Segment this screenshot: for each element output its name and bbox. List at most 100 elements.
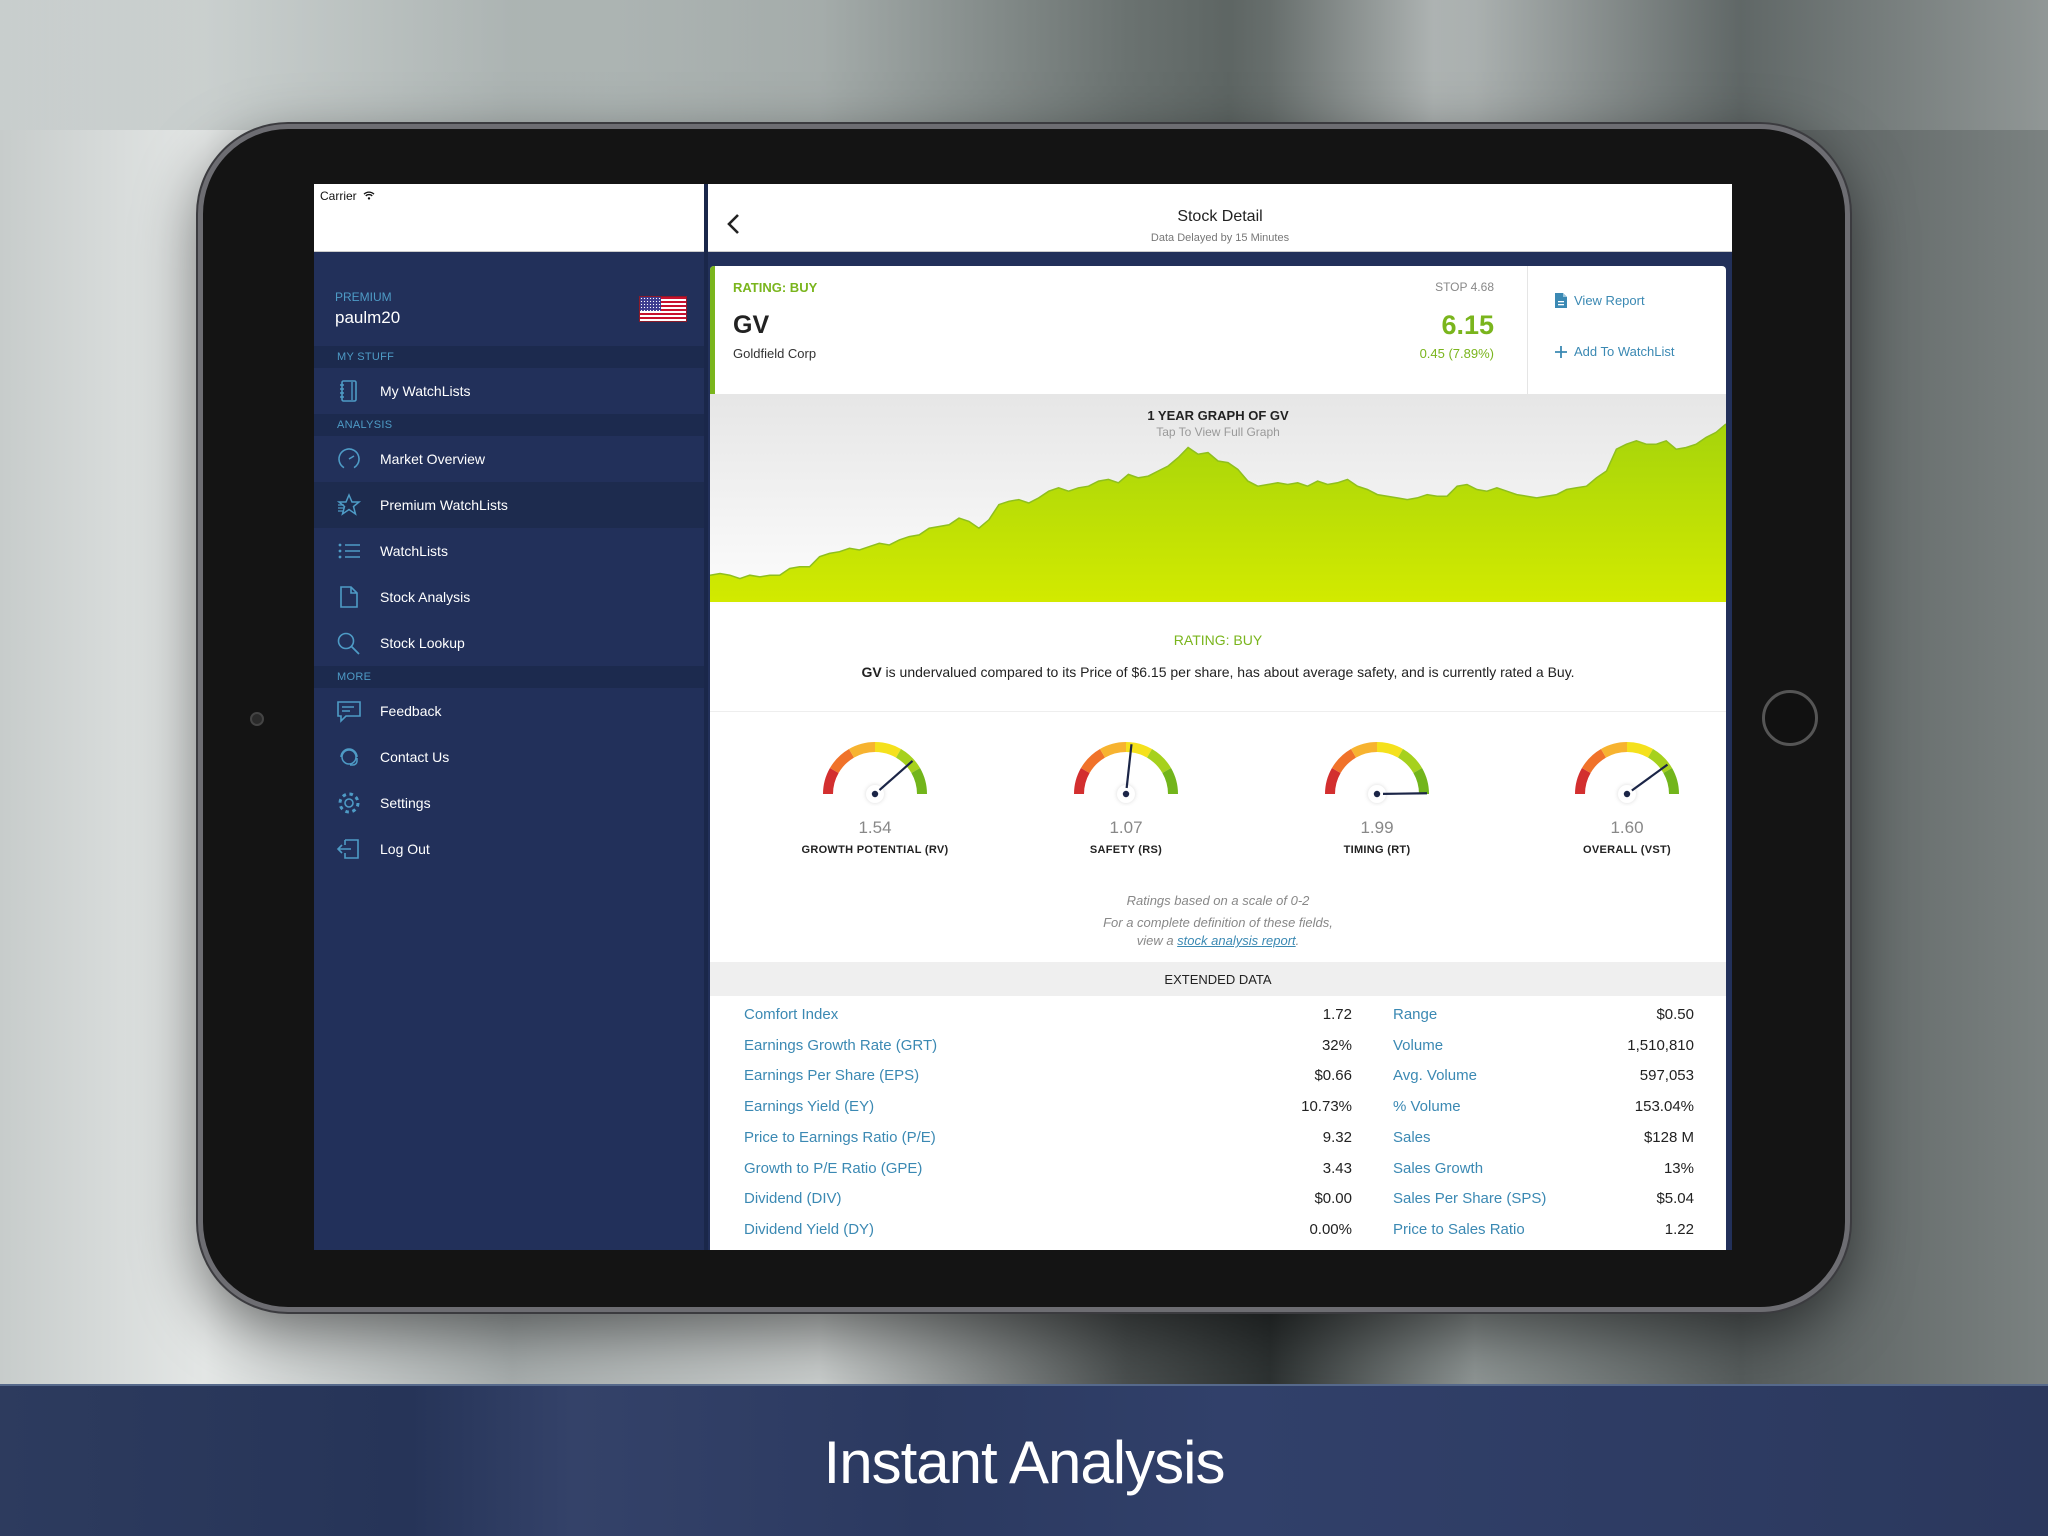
sidebar-item-log-out[interactable]: Log Out	[314, 826, 704, 872]
table-row[interactable]: Earnings Yield (EY) 10.73%	[744, 1098, 1352, 1128]
ratings-notes: Ratings based on a scale of 0-2 For a co…	[710, 892, 1726, 950]
gauge-dial	[1575, 742, 1679, 803]
sidebar-item-watchlists[interactable]: WatchLists	[314, 528, 704, 574]
gauge-segment	[1663, 768, 1679, 795]
us-flag-icon[interactable]	[639, 296, 687, 322]
gauge-segment	[1413, 768, 1429, 795]
nav-bar: Stock Detail Data Delayed by 15 Minutes	[708, 184, 1732, 252]
table-row[interactable]: Earnings Per Share (EPS) $0.66	[744, 1067, 1352, 1097]
field-label[interactable]: Range	[1393, 1006, 1437, 1023]
stock-actions: View Report Add To WatchList	[1527, 266, 1726, 394]
gauge-segment	[1647, 748, 1673, 774]
field-label[interactable]: Price to Sales Ratio	[1393, 1221, 1525, 1238]
account-tier: PREMIUM	[335, 290, 392, 304]
wifi-icon	[363, 191, 375, 200]
gauge-label: OVERALL (VST)	[1582, 844, 1672, 856]
field-value: $0.66	[1314, 1067, 1352, 1085]
sidebar-item-stock-analysis[interactable]: Stock Analysis	[314, 574, 704, 620]
table-row[interactable]: % Volume 153.04%	[1393, 1098, 1694, 1128]
table-row[interactable]: Growth to P/E Ratio (GPE) 3.43	[744, 1160, 1352, 1190]
chart-title: 1 YEAR GRAPH OF GV	[1147, 408, 1289, 423]
sidebar-item-label: My WatchLists	[380, 383, 471, 399]
table-row[interactable]: Sales $128 M	[1393, 1129, 1694, 1159]
sidebar-item-label: Premium WatchLists	[380, 497, 508, 513]
chat-bubble-icon	[337, 701, 361, 723]
gauge-pivot	[1122, 790, 1130, 798]
document-icon	[1555, 293, 1567, 308]
stop-price: STOP 4.68	[1435, 280, 1494, 294]
table-row[interactable]: Volume 1,510,810	[1393, 1037, 1694, 1067]
table-row[interactable]: Price to Sales Ratio 1.22	[1393, 1221, 1694, 1250]
sidebar-item-label: Stock Analysis	[380, 589, 471, 605]
caption-banner: Instant Analysis	[0, 1384, 2048, 1536]
table-row[interactable]: Price to Earnings Ratio (P/E) 9.32	[744, 1129, 1352, 1159]
gauge-segment	[1162, 768, 1178, 795]
sidebar-item-label: WatchLists	[380, 543, 448, 559]
headset-icon	[340, 748, 358, 766]
table-row[interactable]: Sales Growth 13%	[1393, 1160, 1694, 1190]
gauge-label: GROWTH POTENTIAL (RV)	[801, 844, 949, 856]
gauge-segment	[1080, 748, 1106, 774]
gauge-segment	[1581, 748, 1607, 774]
table-row[interactable]: Earnings Growth Rate (GRT) 32%	[744, 1037, 1352, 1067]
sidebar-item-premium-watchlists[interactable]: Premium WatchLists	[314, 482, 704, 528]
field-label[interactable]: Earnings Yield (EY)	[744, 1098, 874, 1115]
field-label[interactable]: Dividend (DIV)	[744, 1190, 842, 1207]
sidebar-item-contact-us[interactable]: Contact Us	[314, 734, 704, 780]
table-row[interactable]: Dividend Yield (DY) 0.00%	[744, 1221, 1352, 1250]
home-button[interactable]	[1762, 690, 1818, 746]
stock-analysis-report-link[interactable]: stock analysis report	[1177, 933, 1296, 948]
gauge-needle	[1382, 792, 1428, 796]
field-label[interactable]: Dividend Yield (DY)	[744, 1221, 874, 1238]
gear-icon	[338, 792, 360, 814]
definition-note-line1: For a complete definition of these field…	[1103, 915, 1333, 930]
table-row[interactable]: Comfort Index 1.72	[744, 1006, 1352, 1036]
sidebar-item-label: Log Out	[380, 841, 430, 857]
table-row[interactable]: Sales Per Share (SPS) $5.04	[1393, 1190, 1694, 1220]
sidebar-item-feedback[interactable]: Feedback	[314, 688, 704, 734]
gauge-value: 1.60	[1610, 818, 1644, 837]
table-row[interactable]: Dividend (DIV) $0.00	[744, 1190, 1352, 1220]
field-label[interactable]: Comfort Index	[744, 1006, 838, 1023]
field-label[interactable]: Growth to P/E Ratio (GPE)	[744, 1160, 922, 1177]
table-row[interactable]: Range $0.50	[1393, 1006, 1694, 1036]
field-value: 597,053	[1639, 1067, 1694, 1085]
gauge-safety-rs: 1.07 SAFETY (RS)	[1001, 712, 1251, 882]
field-label[interactable]: Sales Growth	[1393, 1160, 1483, 1177]
gauge-segment	[911, 768, 927, 795]
gauge-label: SAFETY (RS)	[1089, 844, 1163, 856]
field-label[interactable]: Earnings Per Share (EPS)	[744, 1067, 919, 1084]
camera	[250, 712, 264, 726]
field-label[interactable]: Avg. Volume	[1393, 1067, 1477, 1084]
field-label[interactable]: Sales Per Share (SPS)	[1393, 1190, 1546, 1207]
add-to-watchlist-button[interactable]: Add To WatchList	[1554, 344, 1674, 359]
sidebar-item-my-watchlists[interactable]: My WatchLists	[314, 368, 704, 414]
table-row[interactable]: Avg. Volume 597,053	[1393, 1067, 1694, 1097]
field-label[interactable]: % Volume	[1393, 1098, 1461, 1115]
field-value: 13%	[1663, 1159, 1694, 1177]
field-label[interactable]: Volume	[1393, 1037, 1443, 1054]
sidebar-item-market-overview[interactable]: Market Overview	[314, 436, 704, 482]
view-report-label: View Report	[1574, 293, 1645, 308]
gauge-pivot	[1623, 790, 1631, 798]
gauge-dial	[1074, 742, 1178, 803]
price-chart[interactable]: 1 YEAR GRAPH OF GV Tap To View Full Grap…	[710, 394, 1726, 604]
gauge-pivot	[871, 790, 879, 798]
field-value: 1,510,810	[1627, 1036, 1694, 1054]
field-label[interactable]: Price to Earnings Ratio (P/E)	[744, 1129, 936, 1146]
gauge-segment	[1146, 748, 1172, 774]
sidebar-item-stock-lookup[interactable]: Stock Lookup	[314, 620, 704, 666]
field-label[interactable]: Sales	[1393, 1129, 1431, 1146]
page-subtitle: Data Delayed by 15 Minutes	[1150, 232, 1290, 244]
gauge-segment	[1074, 768, 1090, 795]
add-watchlist-label: Add To WatchList	[1574, 344, 1675, 359]
gauge-segment	[1397, 748, 1423, 774]
view-report-button[interactable]: View Report	[1554, 292, 1645, 309]
current-price: 6.15	[1441, 310, 1494, 340]
field-value: $128 M	[1643, 1128, 1694, 1146]
field-label[interactable]: Earnings Growth Rate (GRT)	[744, 1037, 937, 1054]
sidebar-item-label: Contact Us	[380, 749, 450, 765]
sidebar-item-settings[interactable]: Settings	[314, 780, 704, 826]
chart-area-fill	[710, 424, 1726, 602]
logout-icon	[336, 839, 359, 859]
